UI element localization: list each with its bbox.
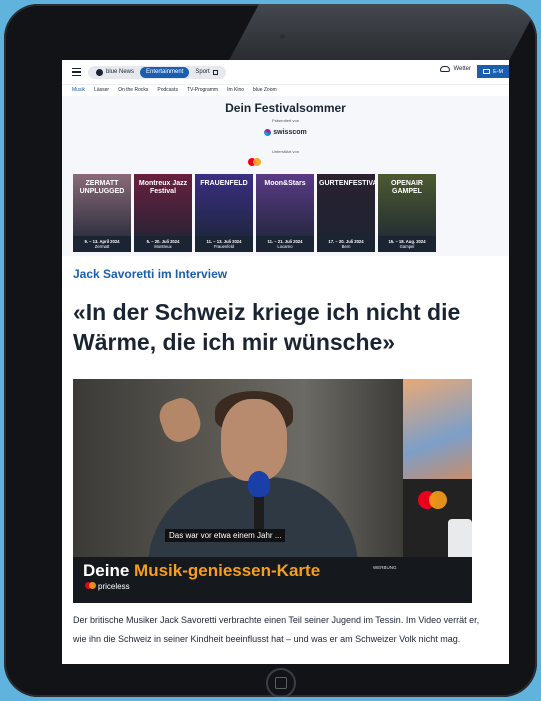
festival-place: Frauenfeld xyxy=(213,244,235,249)
festival-place: Locarno xyxy=(277,244,293,249)
tab-entertainment[interactable]: Entertainment xyxy=(140,66,190,78)
festival-name: GURTENFESTIVAL xyxy=(319,180,375,187)
tab-label: Entertainment xyxy=(146,68,184,75)
section-switcher: blue News Entertainment Sport xyxy=(88,65,226,79)
article-lead: Der britische Musiker Jack Savoretti ver… xyxy=(73,615,480,644)
supported-by-label: Unterstützt von xyxy=(272,149,299,154)
tab-label: blue News xyxy=(106,68,135,75)
festival-place: Gampel xyxy=(399,244,415,249)
menu-icon[interactable] xyxy=(72,68,81,76)
festival-card[interactable]: OPENAIR GAMPEL 15. – 18. Aug. 2024 Gampe… xyxy=(378,174,436,252)
weather-label: Wetter xyxy=(453,66,471,72)
subnav-item-laesser[interactable]: Lässer xyxy=(94,87,109,93)
swisscom-label: swisscom xyxy=(273,129,307,136)
festival-promo: Dein Festivalsommer Präsentiert von swis… xyxy=(62,96,509,256)
tablet-frame: blue News Entertainment Sport Wetter E-M xyxy=(4,4,537,697)
interviewee-head xyxy=(221,399,287,481)
mastercard-icon xyxy=(85,582,96,590)
festival-info: 11. – 21. Juli 2024 Locarno xyxy=(256,236,314,252)
tab-blue-news[interactable]: blue News xyxy=(90,67,140,78)
festival-title: Dein Festivalsommer xyxy=(225,101,346,115)
ad-tag: WERBUNG xyxy=(373,565,397,570)
festival-place: Montreux xyxy=(154,244,172,249)
mastercard-icon[interactable] xyxy=(248,158,262,166)
article-headline: «In der Schweiz kriege ich nicht die Wär… xyxy=(73,299,461,355)
article-kicker: Jack Savoretti im Interview xyxy=(73,267,228,281)
festival-name: ZERMATT UNPLUGGED xyxy=(79,180,125,195)
ad-title-highlight: Musik-geniessen-Karte xyxy=(134,561,321,580)
festival-info: 11. – 13. Juli 2024 Frauenfeld xyxy=(195,236,253,252)
external-link-icon xyxy=(212,69,218,75)
ad-photo xyxy=(403,379,472,479)
festival-card[interactable]: ZERMATT UNPLUGGED 9. – 13. April 2024 Ze… xyxy=(73,174,131,252)
glass-reflection xyxy=(229,4,537,60)
festival-card[interactable]: GURTENFESTIVAL 17. – 20. Juli 2024 Bern xyxy=(317,174,375,252)
sub-navigation: Musik Lässer On the Rocks Podcasts TV-Pr… xyxy=(72,87,277,93)
festival-name: Montreux Jazz Festival xyxy=(138,180,188,195)
microphone-icon xyxy=(248,471,270,497)
top-bar: blue News Entertainment Sport Wetter E-M xyxy=(62,60,509,85)
presented-by-label: Präsentiert von xyxy=(272,118,299,123)
video-player[interactable]: Das war vor etwa einem Jahr ... Deine Mu… xyxy=(73,379,472,603)
subnav-item-im-kino[interactable]: Im Kino xyxy=(227,87,244,93)
mail-icon xyxy=(483,69,490,74)
festival-name: Moon&Stars xyxy=(264,180,306,187)
subnav-item-on-the-rocks[interactable]: On the Rocks xyxy=(118,87,148,93)
festival-name: OPENAIR GAMPEL xyxy=(391,180,423,195)
browser-screen: blue News Entertainment Sport Wetter E-M xyxy=(62,60,509,664)
festival-info: 15. – 18. Aug. 2024 Gampel xyxy=(378,236,436,252)
mastercard-icon xyxy=(418,491,448,511)
festival-name: FRAUENFELD xyxy=(200,180,248,187)
camera-icon xyxy=(280,34,285,39)
email-label: E-M xyxy=(493,68,504,75)
cloud-icon xyxy=(440,66,451,72)
ad-title: Deine Musik-geniessen-Karte xyxy=(83,561,320,581)
festival-card[interactable]: Montreux Jazz Festival 5. – 20. Juli 202… xyxy=(134,174,192,252)
blue-news-logo-icon xyxy=(96,68,103,76)
video-subtitle: Das war vor etwa einem Jahr ... xyxy=(165,529,286,542)
email-button[interactable]: E-M xyxy=(477,65,509,78)
festival-cards: ZERMATT UNPLUGGED 9. – 13. April 2024 Ze… xyxy=(73,174,436,252)
subnav-item-blue-zoom[interactable]: blue Zoom xyxy=(253,87,277,93)
festival-info: 5. – 20. Juli 2024 Montreux xyxy=(134,236,192,252)
festival-card[interactable]: FRAUENFELD 11. – 13. Juli 2024 Frauenfel… xyxy=(195,174,253,252)
ad-brand: priceless xyxy=(98,582,130,591)
subnav-item-tv-programm[interactable]: TV-Programm xyxy=(187,87,218,93)
ad-title-prefix: Deine xyxy=(83,561,135,580)
weather-link[interactable]: Wetter xyxy=(440,66,471,72)
festival-info: 17. – 20. Juli 2024 Bern xyxy=(317,236,375,252)
festival-card[interactable]: Moon&Stars 11. – 21. Juli 2024 Locarno xyxy=(256,174,314,252)
home-button[interactable] xyxy=(266,668,296,697)
subnav-item-podcasts[interactable]: Podcasts xyxy=(157,87,178,93)
festival-info: 9. – 13. April 2024 Zermatt xyxy=(73,236,131,252)
tab-sport[interactable]: Sport xyxy=(189,67,223,78)
tab-label: Sport xyxy=(195,68,210,75)
subnav-item-musik[interactable]: Musik xyxy=(72,87,85,93)
home-icon xyxy=(275,677,287,689)
swisscom-icon xyxy=(264,129,272,136)
festival-place: Bern xyxy=(341,244,351,249)
festival-place: Zermatt xyxy=(94,244,110,249)
swisscom-logo[interactable]: swisscom xyxy=(62,129,509,136)
